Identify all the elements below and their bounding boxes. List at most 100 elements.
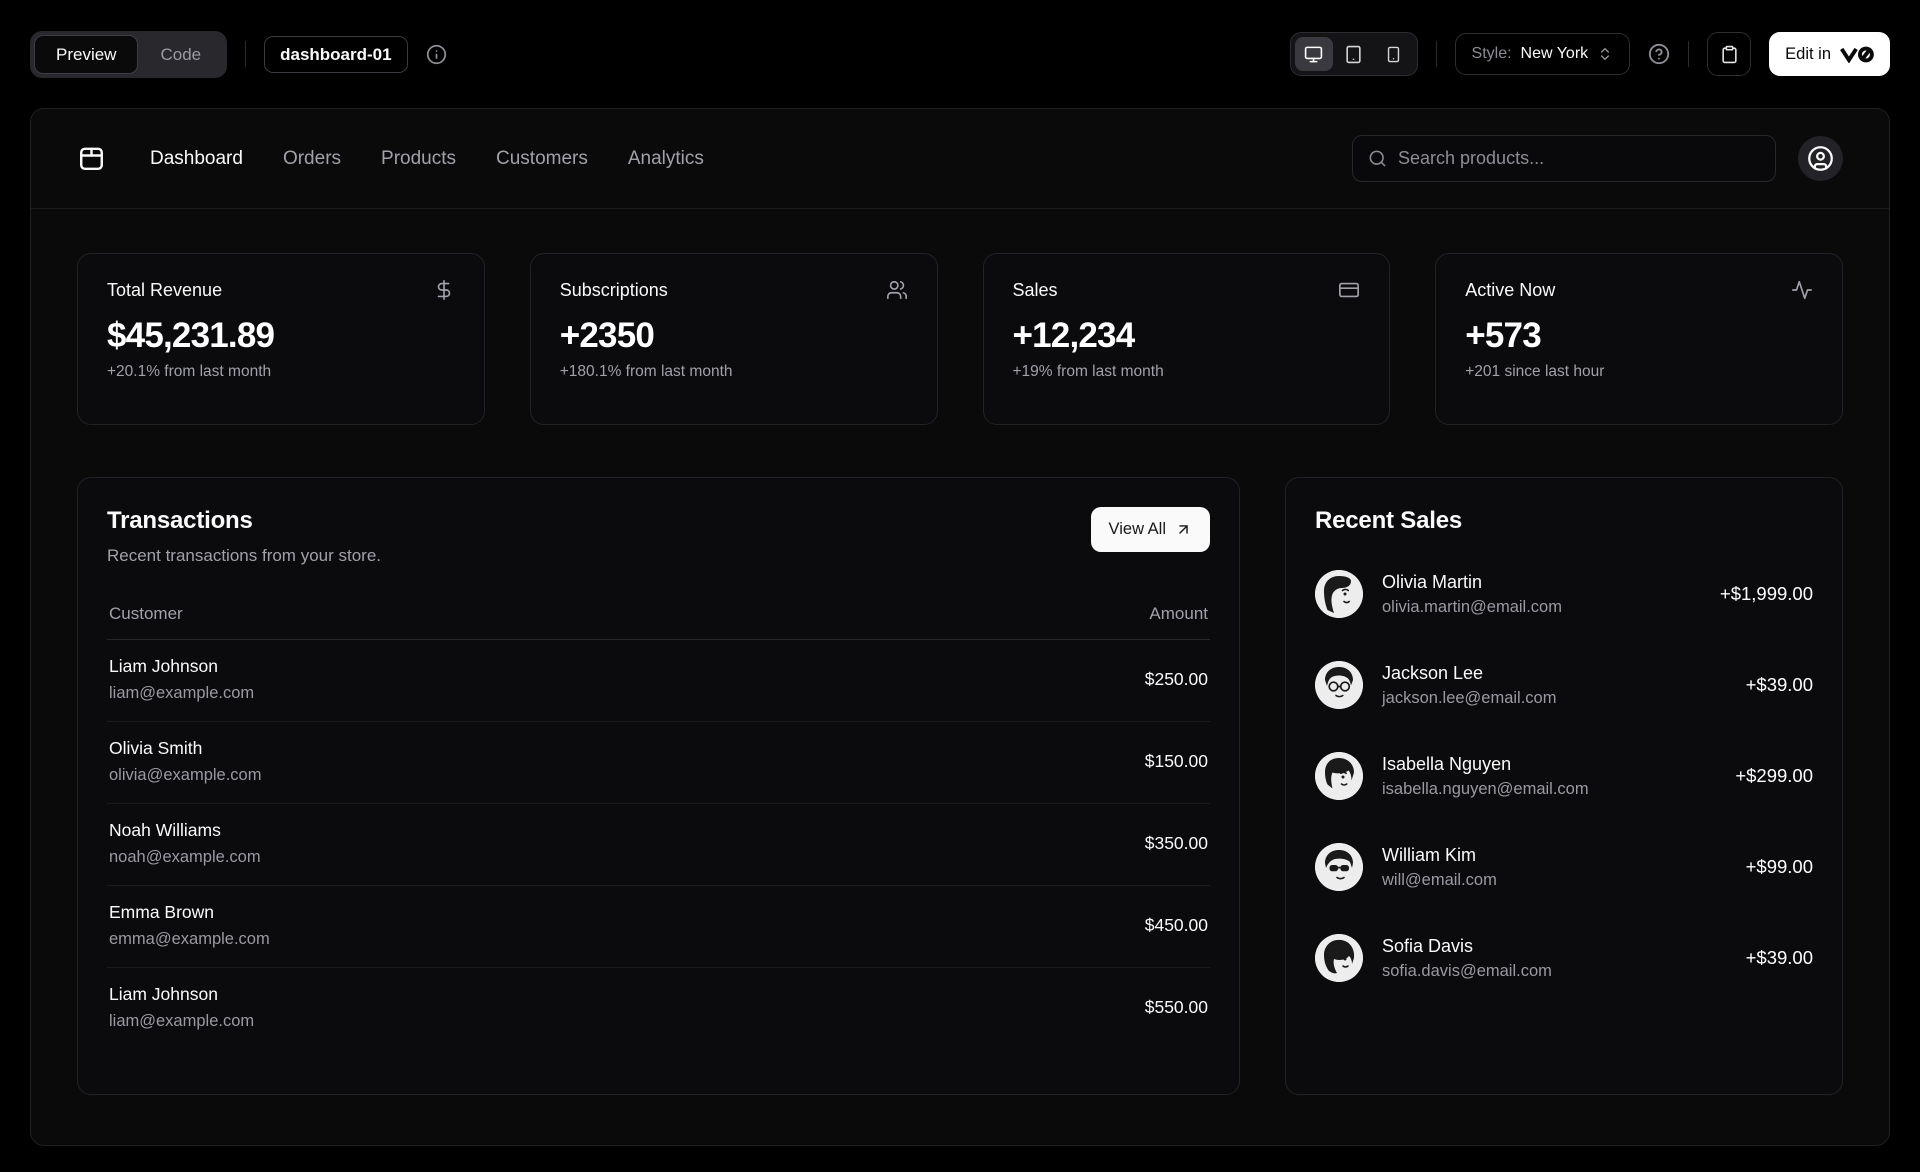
credit-card-icon [1338, 279, 1360, 301]
avatar-jackson-lee [1315, 661, 1363, 709]
chevrons-up-down-icon [1597, 46, 1613, 62]
style-value: New York [1520, 45, 1589, 62]
search-box [1352, 135, 1776, 182]
recent-sales-title: Recent Sales [1315, 507, 1463, 534]
help-icon[interactable] [1648, 43, 1670, 65]
tab-preview[interactable]: Preview [34, 34, 139, 74]
stat-title: Active Now [1465, 279, 1556, 300]
sale-name: Olivia Martin [1382, 571, 1483, 592]
toolbar-separator [1688, 41, 1690, 67]
toolbar-right: Style: New York Edit in [1289, 32, 1890, 76]
nav-link-analytics[interactable]: Analytics [628, 148, 704, 169]
transaction-amount: $250.00 [1144, 669, 1208, 689]
customer-name: Emma Brown [109, 902, 215, 922]
stat-change: +180.1% from last month [559, 363, 733, 380]
screen: Preview Code dashboard-01 Style: New Yor… [0, 0, 1920, 1172]
customer-email: noah@example.com [109, 848, 261, 866]
device-tablet-button[interactable] [1335, 37, 1373, 71]
nav-right [1352, 135, 1843, 182]
sale-name: Sofia Davis [1382, 935, 1474, 956]
sale-item: Sofia Davis sofia.davis@email.com +$39.0… [1315, 934, 1813, 982]
edit-in-v0-label: Edit in [1785, 44, 1831, 63]
customer-email: liam@example.com [109, 684, 255, 702]
device-phone-button[interactable] [1375, 37, 1413, 71]
smartphone-icon [1385, 46, 1402, 63]
view-all-button[interactable]: View All [1090, 507, 1210, 552]
column-amount: Amount [1149, 604, 1208, 623]
dashboard-nav: Dashboard Orders Products Customers Anal… [31, 109, 1889, 209]
customer-name: Liam Johnson [109, 656, 218, 676]
transaction-row: Noah Williams noah@example.com $350.00 [107, 804, 1210, 886]
copy-code-button[interactable] [1707, 32, 1752, 76]
stat-value: +573 [1465, 316, 1541, 355]
arrow-up-right-icon [1175, 521, 1192, 538]
sale-email: will@email.com [1382, 870, 1497, 889]
search-icon [1368, 149, 1387, 168]
view-all-label: View All [1108, 520, 1166, 539]
avatar-isabella-nguyen [1315, 752, 1363, 800]
user-menu-button[interactable] [1798, 136, 1843, 181]
tablet-icon [1344, 45, 1363, 64]
info-icon[interactable] [426, 44, 447, 65]
stat-cards: Total Revenue $45,231.89 +20.1% from las… [77, 253, 1843, 425]
device-size-toggle [1289, 32, 1418, 76]
stat-change: +20.1% from last month [107, 363, 272, 380]
circle-user-icon [1807, 145, 1834, 172]
sale-email: olivia.martin@email.com [1382, 597, 1562, 616]
transaction-row: Liam Johnson liam@example.com $550.00 [107, 968, 1210, 1049]
style-select[interactable]: Style: New York [1454, 33, 1631, 75]
customer-email: olivia@example.com [109, 766, 262, 784]
stat-card-subscriptions: Subscriptions +2350 +180.1% from last mo… [529, 253, 938, 425]
block-name-badge: dashboard-01 [264, 35, 408, 73]
stat-title: Subscriptions [559, 279, 668, 300]
sale-item: Olivia Martin olivia.martin@email.com +$… [1315, 570, 1813, 618]
stat-card-total-revenue: Total Revenue $45,231.89 +20.1% from las… [77, 253, 485, 425]
sale-amount: +$39.00 [1745, 947, 1813, 968]
customer-email: emma@example.com [109, 930, 270, 948]
stat-value: +12,234 [1012, 316, 1136, 355]
dollar-sign-icon [433, 279, 455, 301]
dashboard-content: Total Revenue $45,231.89 +20.1% from las… [31, 209, 1889, 1095]
transaction-amount: $550.00 [1144, 997, 1208, 1017]
sale-amount: +$1,999.00 [1719, 583, 1813, 604]
transaction-amount: $350.00 [1144, 833, 1208, 853]
customer-name: Olivia Smith [109, 738, 203, 758]
toolbar-separator [1435, 41, 1437, 67]
avatar-sofia-davis [1315, 934, 1363, 982]
sale-item: Isabella Nguyen isabella.nguyen@email.co… [1315, 752, 1813, 800]
edit-in-v0-button[interactable]: Edit in [1769, 32, 1890, 76]
sale-amount: +$39.00 [1745, 674, 1813, 695]
avatar-william-kim [1315, 843, 1363, 891]
clipboard-icon [1720, 45, 1739, 64]
nav-links: Dashboard Orders Products Customers Anal… [150, 148, 704, 170]
transactions-title: Transactions [107, 507, 253, 534]
search-input[interactable] [1398, 148, 1760, 169]
toolbar-separator [245, 41, 247, 67]
transaction-amount: $150.00 [1144, 751, 1208, 771]
transactions-table: Customer Amount Liam Johnson liam@exampl… [107, 604, 1210, 1049]
stat-change: +19% from last month [1012, 363, 1164, 380]
sale-name: Isabella Nguyen [1382, 753, 1512, 774]
recent-sales-card: Recent Sales Olivia Martin olivia.martin… [1285, 477, 1843, 1095]
stat-value: +2350 [559, 316, 655, 355]
customer-name: Noah Williams [109, 820, 221, 840]
transaction-row: Emma Brown emma@example.com $450.00 [107, 886, 1210, 968]
nav-link-orders[interactable]: Orders [283, 148, 341, 169]
transaction-amount: $450.00 [1144, 915, 1208, 935]
table-header: Customer Amount [107, 604, 1210, 640]
column-customer: Customer [109, 604, 183, 623]
device-desktop-button[interactable] [1294, 37, 1333, 71]
store-logo-icon[interactable] [77, 144, 106, 173]
sale-amount: +$299.00 [1735, 765, 1813, 786]
dashboard-preview-panel: Dashboard Orders Products Customers Anal… [30, 108, 1890, 1146]
nav-link-dashboard[interactable]: Dashboard [150, 148, 243, 169]
view-tab-group: Preview Code [30, 30, 228, 78]
sale-amount: +$99.00 [1745, 856, 1813, 877]
nav-link-products[interactable]: Products [381, 148, 456, 169]
sale-name: William Kim [1382, 844, 1476, 865]
nav-link-customers[interactable]: Customers [496, 148, 588, 169]
transactions-description: Recent transactions from your store. [107, 546, 382, 565]
tab-code[interactable]: Code [138, 35, 223, 74]
stat-value: $45,231.89 [107, 316, 275, 355]
toolbar-left: Preview Code dashboard-01 [30, 30, 447, 78]
